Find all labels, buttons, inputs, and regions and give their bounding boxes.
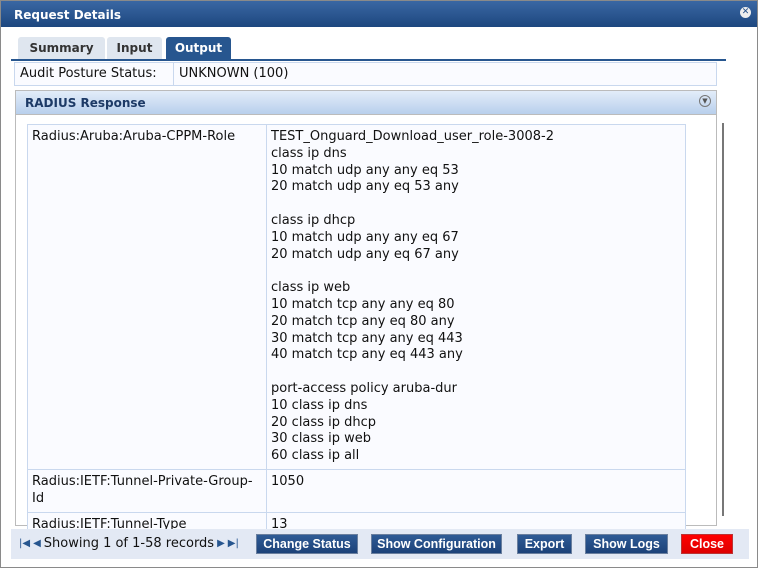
dialog-footer: |◀ ◀ Showing 1 of 1-58 records ▶ ▶| Chan… [11,529,749,559]
show-configuration-button[interactable]: Show Configuration [371,534,502,554]
prev-page-icon[interactable]: ◀ [33,538,41,549]
radius-response-title: RADIUS Response [25,96,146,110]
tab-summary[interactable]: Summary [18,37,105,60]
audit-posture-value: UNKNOWN (100) [179,66,289,81]
export-button[interactable]: Export [517,534,572,554]
tab-divider [11,59,726,61]
collapse-chevron-icon[interactable]: ▼ [699,95,711,107]
radius-response-panel: RADIUS Response ▼ Radius:Aruba:Aruba-CPP… [15,90,717,539]
attribute-value: TEST_Onguard_Download_user_role-3008-2 c… [266,124,686,470]
attribute-value: 1050 [266,468,686,513]
tab-output[interactable]: Output [166,37,231,60]
request-details-dialog: Request Details ✕ Summary Input Output A… [0,0,758,568]
attribute-name: Radius:Aruba:Aruba-CPPM-Role [27,124,267,470]
table-row: Radius:IETF:Tunnel-Private-Group-Id 1050 [27,468,686,513]
first-page-icon[interactable]: |◀ [19,538,30,549]
pager-text: Showing 1 of 1-58 records [43,536,215,551]
change-status-button[interactable]: Change Status [256,534,358,554]
close-icon[interactable]: ✕ [740,7,751,18]
show-logs-button[interactable]: Show Logs [585,534,668,554]
radius-response-header[interactable]: RADIUS Response ▼ [16,91,716,115]
audit-posture-row: Audit Posture Status: UNKNOWN (100) [14,62,717,86]
table-row: Radius:Aruba:Aruba-CPPM-Role TEST_Onguar… [27,124,686,470]
vertical-scrollbar[interactable] [722,123,724,516]
dialog-titlebar: Request Details ✕ [1,1,757,27]
radius-attributes-table: Radius:Aruba:Aruba-CPPM-Role TEST_Onguar… [27,124,686,539]
dialog-title: Request Details [14,8,122,22]
pager: |◀ ◀ Showing 1 of 1-58 records ▶ ▶| [19,536,239,551]
attribute-name: Radius:IETF:Tunnel-Private-Group-Id [27,468,267,513]
next-page-icon[interactable]: ▶ [217,538,225,549]
close-button[interactable]: Close [681,534,733,554]
tab-input[interactable]: Input [107,37,162,60]
audit-posture-label: Audit Posture Status: [15,63,174,85]
last-page-icon[interactable]: ▶| [228,538,239,549]
